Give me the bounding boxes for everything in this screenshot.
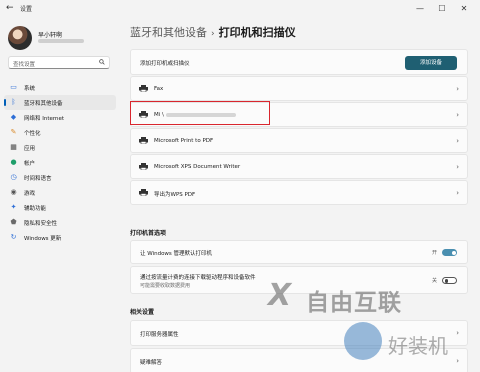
printer-name: Microsoft Print to PDF xyxy=(154,138,214,144)
printer-name: Microsoft XPS Document Writer xyxy=(154,164,241,170)
sidebar-item-label: 系统 xyxy=(24,86,36,92)
apps-icon: ▦ xyxy=(10,143,17,151)
print-server-row[interactable]: 打印服务器属性 › xyxy=(130,320,468,346)
metered-download-row: 通过按流量计费的连接下载驱动程序和设备软件 可能需要收取数据费用 关 xyxy=(130,266,468,294)
breadcrumb-separator: › xyxy=(211,29,215,39)
default-printer-state: 开 xyxy=(431,250,437,256)
chevron-right-icon: › xyxy=(456,329,459,337)
sidebar-item-label: Windows 更新 xyxy=(24,236,62,242)
titlebar: ← 设置 — ☐ ✕ xyxy=(0,0,480,18)
selected-printer-highlight xyxy=(130,101,270,125)
default-printer-label: 让 Windows 管理默认打印机 xyxy=(140,251,213,257)
sidebar-item-label: 网络和 Internet xyxy=(24,116,65,122)
chevron-right-icon: › xyxy=(456,163,459,171)
chevron-right-icon: › xyxy=(456,85,459,93)
sidebar-item-label: 辅助功能 xyxy=(24,206,47,212)
printer-name: 导出为WPS PDF xyxy=(154,192,196,198)
minimize-button[interactable]: — xyxy=(410,1,430,17)
add-printer-label: 添加打印机或扫描仪 xyxy=(140,61,190,67)
close-button[interactable]: ✕ xyxy=(454,1,474,17)
main-content: 蓝牙和其他设备 › 打印机和扫描仪 添加打印机或扫描仪 添加设备 Fax › Mi \ ›… xyxy=(118,18,480,372)
sidebar-item[interactable]: ◷ 时间和语言 xyxy=(4,170,116,185)
sidebar-item-label: 应用 xyxy=(24,146,36,152)
search-placeholder: 查找设置 xyxy=(13,62,36,68)
printer-icon xyxy=(139,163,148,170)
printer-row[interactable]: 导出为WPS PDF › xyxy=(130,180,468,205)
sidebar-item[interactable]: ▦ 应用 xyxy=(4,140,116,155)
search-input[interactable]: 查找设置 xyxy=(8,56,110,69)
related-settings-title: 相关设置 xyxy=(130,309,155,316)
sidebar-item[interactable]: ◉ 游戏 xyxy=(4,185,116,200)
printer-icon xyxy=(139,85,148,92)
display-icon: ▭ xyxy=(10,83,17,91)
sidebar-item-label: 帐户 xyxy=(24,161,36,167)
sidebar-item[interactable]: ◆ 网络和 Internet xyxy=(4,110,116,125)
update-icon: ↻ xyxy=(10,233,17,241)
chevron-right-icon: › xyxy=(456,357,459,365)
globe-clock-icon: ◷ xyxy=(10,173,17,181)
sidebar-item-label: 游戏 xyxy=(24,191,36,197)
troubleshoot-label: 疑难解答 xyxy=(140,360,163,366)
sidebar-item[interactable]: ✦ 辅助功能 xyxy=(4,200,116,215)
search-icon xyxy=(99,59,105,65)
sidebar-item-label: 蓝牙和其他设备 xyxy=(24,101,63,107)
metered-download-label: 通过按流量计费的连接下载驱动程序和设备软件 xyxy=(140,275,256,281)
printer-row[interactable]: Microsoft XPS Document Writer › xyxy=(130,154,468,179)
add-printer-card: 添加打印机或扫描仪 添加设备 xyxy=(130,49,468,75)
user-profile[interactable]: 早小轩啊 xyxy=(8,24,118,60)
printer-row[interactable]: Microsoft Print to PDF › xyxy=(130,128,468,153)
metered-download-subtext: 可能需要收取数据费用 xyxy=(140,283,191,289)
avatar xyxy=(8,26,32,50)
metered-download-state: 关 xyxy=(431,278,437,284)
shield-icon: ⬟ xyxy=(10,218,17,226)
printer-icon xyxy=(139,137,148,144)
chevron-right-icon: › xyxy=(456,137,459,145)
printer-icon xyxy=(139,189,148,196)
breadcrumb: 蓝牙和其他设备 › 打印机和扫描仪 xyxy=(130,24,296,40)
add-device-button[interactable]: 添加设备 xyxy=(405,56,457,70)
chevron-right-icon: › xyxy=(456,111,459,119)
breadcrumb-parent[interactable]: 蓝牙和其他设备 xyxy=(130,26,207,39)
sidebar-item[interactable]: ↻ Windows 更新 xyxy=(4,230,116,245)
brush-icon: ✎ xyxy=(10,128,17,136)
sidebar-item[interactable]: ● 帐户 xyxy=(4,155,116,170)
printer-row[interactable]: Fax › xyxy=(130,76,468,101)
troubleshoot-row[interactable]: 疑难解答 › xyxy=(130,348,468,372)
person-icon: ● xyxy=(10,158,17,166)
page-title: 打印机和扫描仪 xyxy=(218,26,296,39)
print-server-label: 打印服务器属性 xyxy=(140,332,179,338)
printer-name: Fax xyxy=(154,86,164,92)
profile-email-redacted xyxy=(38,39,84,43)
maximize-button[interactable]: ☐ xyxy=(432,1,452,17)
bluetooth-icon: ᛒ xyxy=(11,98,16,106)
app-title: 设置 xyxy=(20,6,33,13)
metered-download-toggle[interactable] xyxy=(442,277,457,284)
sidebar-nav: ▭ 系统 ᛒ 蓝牙和其他设备 ◆ 网络和 Internet ✎ 个性化 ▦ 应用 ● 帐户 ◷ 时间和语言… xyxy=(4,80,116,245)
sidebar-item[interactable]: ⬟ 隐私和安全性 xyxy=(4,215,116,230)
accessibility-icon: ✦ xyxy=(10,203,17,211)
default-printer-row: 让 Windows 管理默认打印机 开 xyxy=(130,240,468,264)
sidebar-item-label: 时间和语言 xyxy=(24,176,52,182)
sidebar-item[interactable]: ᛒ 蓝牙和其他设备 xyxy=(4,95,116,110)
sidebar-item-label: 隐私和安全性 xyxy=(24,221,58,227)
sidebar: 早小轩啊 查找设置 ▭ 系统 ᛒ 蓝牙和其他设备 ◆ 网络和 Internet ✎ 个性化 ▦ 应… xyxy=(0,18,118,372)
profile-name: 早小轩啊 xyxy=(38,32,63,39)
default-printer-toggle[interactable] xyxy=(442,249,457,256)
settings-window: ← 设置 — ☐ ✕ 早小轩啊 查找设置 ▭ 系统 ᛒ 蓝牙和其他设备 ◆ 网络和 Int… xyxy=(0,0,480,372)
sidebar-item-label: 个性化 xyxy=(24,131,41,137)
wifi-icon: ◆ xyxy=(10,113,17,121)
back-arrow-icon[interactable]: ← xyxy=(6,3,14,13)
chevron-right-icon: › xyxy=(456,189,459,197)
sidebar-item[interactable]: ✎ 个性化 xyxy=(4,125,116,140)
sidebar-item[interactable]: ▭ 系统 xyxy=(4,80,116,95)
gamepad-icon: ◉ xyxy=(10,188,17,196)
preferences-title: 打印机首选项 xyxy=(130,230,167,237)
